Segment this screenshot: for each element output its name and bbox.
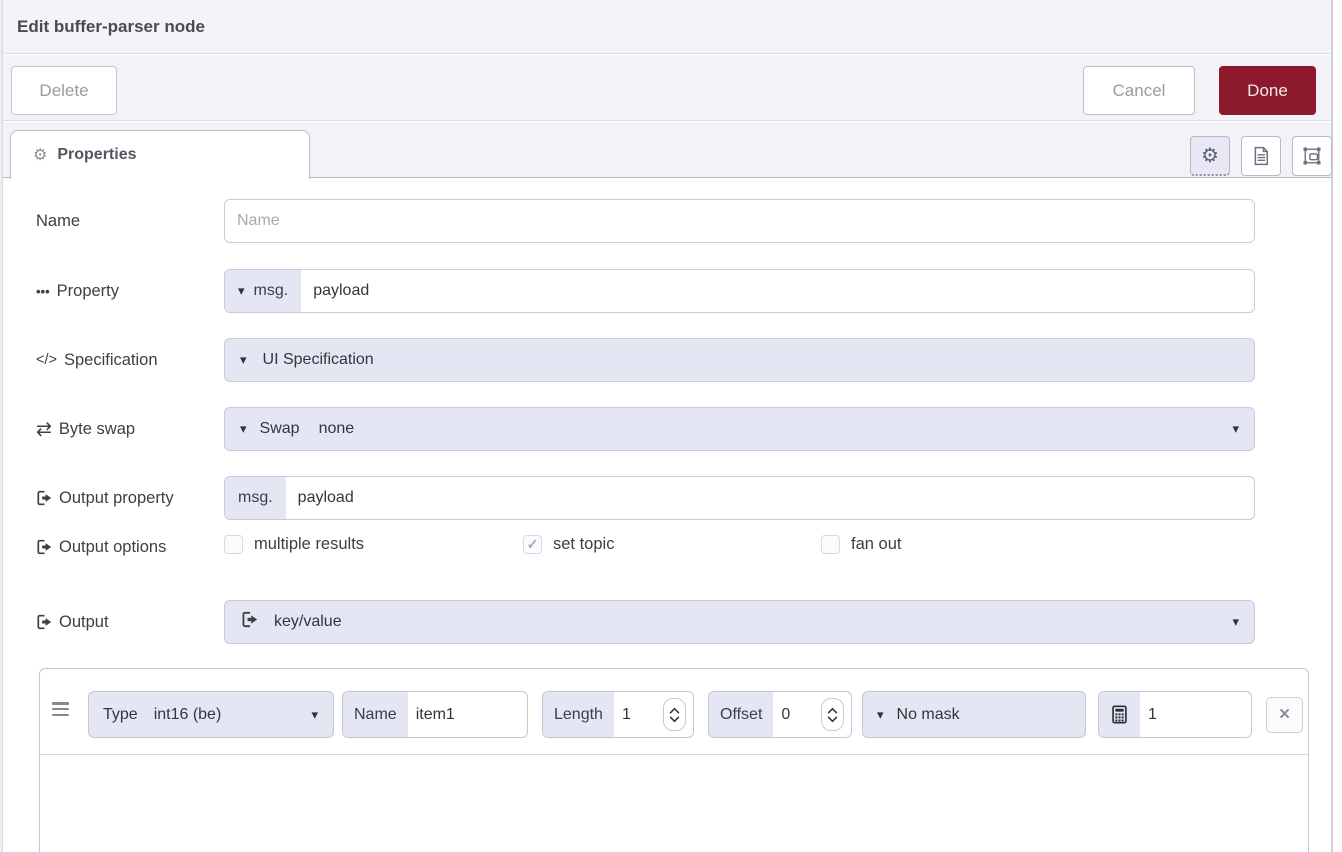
dialog-right-edge [1331, 0, 1333, 852]
item-length-input[interactable] [614, 706, 663, 724]
editor-tool-buttons: ⚙ [1190, 136, 1332, 176]
appearance-tool-button[interactable] [1292, 136, 1332, 176]
sign-out-icon [241, 611, 258, 633]
document-icon [1251, 146, 1271, 166]
calculator-icon [1099, 692, 1140, 737]
set-topic-label: set topic [553, 535, 614, 554]
tab-properties[interactable]: ⚙ Properties [10, 130, 310, 179]
properties-tool-button[interactable]: ⚙ [1190, 136, 1230, 176]
output-select[interactable]: key/value ▾ [224, 600, 1255, 644]
byte-swap-prefix: Swap [247, 420, 300, 438]
item-row: Type int16 (be) ▾ Name Length [40, 669, 1308, 755]
chevron-down-icon [827, 716, 838, 723]
output-property-field: msg. [224, 476, 1255, 520]
item-length-label: Length [543, 692, 614, 737]
property-type-select[interactable]: ▾ msg. [225, 270, 301, 312]
property-input[interactable] [301, 282, 1254, 300]
code-icon: </> [36, 352, 57, 368]
name-label: Name [36, 199, 221, 243]
chevron-down-icon: ▾ [238, 283, 245, 299]
name-input[interactable] [225, 212, 1254, 230]
item-name-input[interactable] [408, 706, 527, 724]
tab-properties-label: Properties [57, 146, 136, 164]
byte-swap-select[interactable]: ▾ Swap none ▾ [224, 407, 1255, 451]
output-options-label: Output options [36, 535, 221, 559]
item-scale-field [1098, 691, 1252, 738]
set-topic-checkbox[interactable]: ✓ [523, 535, 542, 554]
fan-out-checkbox[interactable]: ✓ [821, 535, 840, 554]
gear-icon: ⚙ [33, 145, 47, 165]
item-length-field: Length [542, 691, 694, 738]
chevron-down-icon: ▾ [311, 707, 333, 723]
output-property-type: msg. [225, 477, 286, 519]
length-stepper[interactable] [663, 698, 686, 731]
sign-out-icon [36, 490, 52, 506]
sign-out-icon [36, 614, 52, 630]
multiple-results-label: multiple results [254, 535, 364, 554]
item-mask-select[interactable]: ▾ No mask [862, 691, 1086, 738]
multiple-results-option[interactable]: ✓ multiple results [224, 535, 364, 554]
output-property-input[interactable] [286, 489, 1254, 507]
chevron-down-icon [669, 716, 680, 723]
specification-value: UI Specification [247, 351, 374, 369]
gear-icon: ⚙ [1201, 143, 1219, 168]
items-list: Type int16 (be) ▾ Name Length [39, 668, 1309, 852]
chevron-down-icon: ▾ [1232, 614, 1254, 630]
ellipsis-icon: ••• [36, 284, 50, 299]
description-tool-button[interactable] [1241, 136, 1281, 176]
cancel-button[interactable]: Cancel [1083, 66, 1195, 115]
output-value: key/value [258, 613, 342, 631]
remove-item-button[interactable]: × [1266, 697, 1303, 733]
dialog-header: Edit buffer-parser node [3, 0, 1331, 54]
item-offset-field: Offset [708, 691, 852, 738]
item-type-select[interactable]: Type int16 (be) ▾ [88, 691, 334, 738]
dialog-title: Edit buffer-parser node [17, 17, 205, 37]
specification-select[interactable]: ▾ UI Specification [224, 338, 1255, 382]
appearance-icon [1302, 146, 1322, 166]
property-field: ▾ msg. [224, 269, 1255, 313]
swap-arrows-icon: ⇄ [36, 418, 52, 441]
item-type-label: Type [89, 706, 138, 724]
output-property-label: Output property [36, 476, 221, 520]
item-name-label: Name [343, 692, 408, 737]
drag-handle-icon[interactable] [52, 702, 69, 716]
byte-swap-label: ⇄ Byte swap [36, 407, 221, 451]
fan-out-option[interactable]: ✓ fan out [821, 535, 901, 554]
fan-out-label: fan out [851, 535, 901, 554]
properties-form: Name ••• Property ▾ msg. </> Specificati… [3, 179, 1331, 852]
edit-node-dialog: Edit buffer-parser node Delete Cancel Do… [0, 0, 1342, 852]
item-type-value: int16 (be) [138, 706, 222, 724]
byte-swap-value: none [319, 420, 355, 438]
output-label: Output [36, 600, 221, 644]
specification-label: </> Specification [36, 338, 221, 382]
delete-button[interactable]: Delete [11, 66, 117, 115]
property-label: ••• Property [36, 269, 221, 313]
multiple-results-checkbox[interactable]: ✓ [224, 535, 243, 554]
set-topic-option[interactable]: ✓ set topic [523, 535, 614, 554]
output-options-group: ✓ multiple results ✓ set topic ✓ fan out [224, 535, 1255, 559]
item-name-field: Name [342, 691, 528, 738]
output-property-type-label: msg. [238, 489, 273, 507]
chevron-up-icon [827, 707, 838, 714]
item-offset-input[interactable] [773, 706, 821, 724]
item-offset-label: Offset [709, 692, 773, 737]
chevron-down-icon: ▾ [1232, 421, 1254, 437]
offset-stepper[interactable] [821, 698, 844, 731]
done-button[interactable]: Done [1219, 66, 1316, 115]
property-type-label: msg. [254, 282, 289, 300]
item-scale-input[interactable] [1140, 706, 1251, 724]
name-field [224, 199, 1255, 243]
sign-out-icon [36, 539, 52, 555]
close-icon: × [1279, 704, 1290, 726]
chevron-up-icon [669, 707, 680, 714]
item-mask-value: No mask [884, 706, 960, 724]
